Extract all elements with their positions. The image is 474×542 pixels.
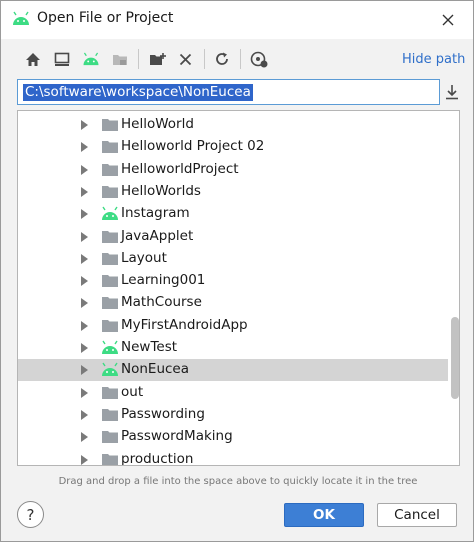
folder-icon [101,429,119,445]
expand-arrow-icon[interactable] [81,432,88,443]
tree-row[interactable]: MyFirstAndroidApp [18,315,448,337]
tree-row[interactable]: MathCourse [18,292,448,314]
android-project-icon [101,362,119,378]
android-project-icon [101,340,119,356]
folder-icon [101,295,119,311]
expand-arrow-icon[interactable] [81,164,88,175]
tree-row-label: production [121,450,194,466]
folder-icon [101,407,119,423]
tree-row[interactable]: PasswordMaking [18,426,448,448]
folder-icon [101,318,119,334]
tree-row-label: Layout [121,249,167,266]
tree-row-label: MyFirstAndroidApp [121,316,248,333]
tree-row-label: Instagram [121,205,190,222]
tree-row[interactable]: out [18,382,448,404]
tree-row[interactable]: production [18,449,448,466]
tree-row[interactable]: HelloWorlds [18,181,448,203]
folder-icon [101,117,119,133]
toolbar-separator [204,49,205,69]
cancel-button[interactable]: Cancel [377,503,457,527]
tree-row[interactable]: HelloworldProject [18,159,448,181]
tree-row[interactable]: NewTest [18,337,448,359]
toolbar-separator [240,49,241,69]
expand-arrow-icon[interactable] [81,365,88,376]
tree-row-label: Passwording [121,405,205,422]
project-folder-icon[interactable] [110,50,130,68]
refresh-icon[interactable] [212,50,232,68]
tree-row-label: out [121,383,144,400]
expand-arrow-icon[interactable] [81,276,88,287]
folder-icon [101,385,119,401]
folder-icon [101,452,119,465]
android-icon [12,11,30,27]
delete-icon[interactable] [175,50,195,68]
path-input[interactable]: C:\software\workspace\NonEucea [17,79,440,105]
tree-row-label: Learning001 [121,272,206,289]
expand-arrow-icon[interactable] [81,343,88,353]
expand-arrow-icon[interactable] [81,186,88,197]
toolbar: Hide path [1,39,473,79]
tree-row-label: JavaApplet [121,227,194,244]
close-icon[interactable] [437,9,459,31]
toolbar-separator [138,49,139,69]
desktop-icon[interactable] [52,50,72,68]
tree-row-label: HelloWorld [121,116,194,132]
android-project-icon [101,206,119,222]
tree-row[interactable]: Layout [18,248,448,270]
expand-arrow-icon[interactable] [81,142,88,153]
expand-arrow-icon[interactable] [81,231,88,242]
expand-arrow-icon[interactable] [81,320,88,331]
folder-icon [101,251,119,267]
tree-row[interactable]: JavaApplet [18,226,448,248]
window-title: Open File or Project [37,10,174,26]
tree-row-label: NewTest [121,339,178,355]
expand-arrow-icon[interactable] [81,209,88,220]
tree-row[interactable]: NonEucea [18,359,448,382]
tree-row-label: HelloworldProject [121,160,239,177]
expand-arrow-icon[interactable] [81,298,88,309]
title-bar: Open File or Project [1,1,473,39]
file-tree[interactable]: production PasswordMaking Passwording out No… [17,110,460,466]
tree-row[interactable]: Passwording [18,404,448,426]
tree-row[interactable]: Helloworld Project 02 [18,136,448,158]
expand-arrow-icon[interactable] [81,253,88,264]
folder-icon [101,184,119,200]
folder-icon [101,139,119,155]
expand-arrow-icon[interactable] [81,454,88,465]
tree-row-label: HelloWorlds [121,182,201,199]
android-icon[interactable] [81,50,101,68]
home-icon[interactable] [23,50,43,68]
tree-row[interactable]: Instagram [18,203,448,225]
scrollbar-track[interactable] [448,111,459,465]
expand-arrow-icon[interactable] [81,120,88,130]
download-icon[interactable] [444,83,460,101]
ok-button[interactable]: OK [284,503,364,527]
drag-drop-hint: Drag and drop a file into the space abov… [58,476,418,487]
folder-icon [101,229,119,245]
tree-row-label: PasswordMaking [121,428,233,445]
expand-arrow-icon[interactable] [81,387,88,398]
path-input-selected-text: C:\software\workspace\NonEucea [23,84,253,101]
tree-row[interactable]: Learning001 [18,270,448,292]
scrollbar-thumb[interactable] [451,317,459,399]
open-file-dialog: Open File or Project Hide path C:\softwa… [0,0,474,542]
help-button[interactable]: ? [17,501,44,528]
folder-icon [101,273,119,289]
show-hidden-icon[interactable] [249,50,269,68]
tree-row[interactable]: HelloWorld [18,114,448,136]
new-folder-icon[interactable] [147,50,167,68]
expand-arrow-icon[interactable] [81,409,88,420]
tree-row-label: NonEucea [121,361,190,378]
hide-path-link[interactable]: Hide path [402,52,465,67]
tree-row-label: MathCourse [121,294,202,311]
tree-row-label: Helloworld Project 02 [121,138,265,155]
folder-icon [101,162,119,178]
